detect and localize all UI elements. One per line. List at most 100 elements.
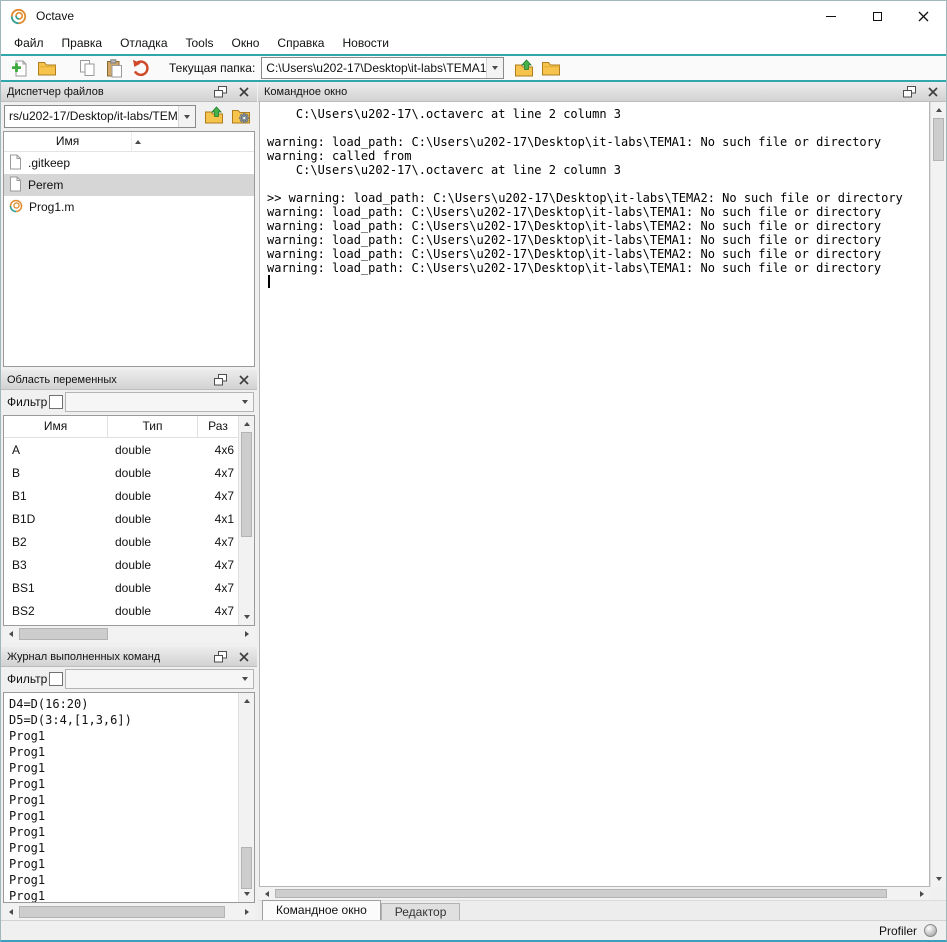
history-filter-combobox[interactable] bbox=[65, 669, 254, 689]
menu-news[interactable]: Новости bbox=[333, 33, 397, 53]
scroll-up-button[interactable] bbox=[239, 416, 255, 432]
close-panel-button[interactable] bbox=[925, 84, 940, 99]
file-browser-settings-button[interactable] bbox=[227, 104, 254, 127]
undock-button[interactable] bbox=[213, 372, 228, 387]
scroll-left-button[interactable] bbox=[3, 626, 19, 642]
table-row[interactable]: B1 double 4x7 bbox=[4, 484, 254, 507]
history-item[interactable]: Prog1 bbox=[4, 744, 254, 760]
undock-button[interactable] bbox=[902, 84, 917, 99]
file-row[interactable]: .gitkeep bbox=[4, 152, 254, 174]
scroll-right-button[interactable] bbox=[239, 626, 255, 642]
column-header-name[interactable]: Имя bbox=[4, 132, 132, 152]
scroll-down-button[interactable] bbox=[239, 609, 255, 625]
scrollbar-thumb[interactable] bbox=[933, 118, 944, 161]
table-row[interactable]: B double 4x7 bbox=[4, 461, 254, 484]
table-row[interactable]: B1D double 4x1 bbox=[4, 507, 254, 530]
file-row[interactable]: Prog1.m bbox=[4, 196, 254, 218]
maximize-button[interactable] bbox=[854, 1, 900, 31]
folder-up-button[interactable] bbox=[510, 57, 537, 80]
history-item[interactable]: Prog1 bbox=[4, 824, 254, 840]
scrollbar-track[interactable] bbox=[19, 626, 239, 642]
history-item[interactable]: D5=D(3:4,[1,3,6]) bbox=[4, 712, 254, 728]
open-file-button[interactable] bbox=[33, 57, 60, 80]
close-button[interactable] bbox=[900, 1, 946, 31]
file-list-header[interactable]: Имя bbox=[4, 132, 254, 152]
filter-dropdown-button[interactable] bbox=[236, 393, 253, 411]
console-vertical-scrollbar[interactable] bbox=[930, 102, 946, 887]
scroll-left-button[interactable] bbox=[3, 904, 19, 920]
scroll-left-button[interactable] bbox=[259, 887, 275, 900]
new-script-button[interactable] bbox=[6, 57, 33, 80]
window-titlebar[interactable]: Octave bbox=[1, 1, 946, 31]
scrollbar-thumb[interactable] bbox=[241, 432, 252, 537]
workspace-filter-combobox[interactable] bbox=[65, 392, 254, 412]
filter-checkbox[interactable] bbox=[49, 672, 63, 686]
console-output[interactable]: C:\Users\u202-17\.octaverc at line 2 col… bbox=[259, 102, 930, 887]
workspace-vertical-scrollbar[interactable] bbox=[238, 416, 254, 625]
history-item[interactable]: Prog1 bbox=[4, 888, 254, 903]
filter-checkbox[interactable] bbox=[49, 395, 63, 409]
paste-button[interactable] bbox=[101, 57, 128, 80]
history-vertical-scrollbar[interactable] bbox=[238, 693, 254, 902]
scrollbar-thumb[interactable] bbox=[19, 628, 108, 640]
console-horizontal-scrollbar[interactable] bbox=[259, 887, 930, 900]
menu-debug[interactable]: Отладка bbox=[111, 33, 176, 53]
scroll-up-button[interactable] bbox=[239, 693, 255, 709]
table-row[interactable]: B3 double 4x7 bbox=[4, 553, 254, 576]
scrollbar-track[interactable] bbox=[239, 709, 254, 886]
history-item[interactable]: Prog1 bbox=[4, 872, 254, 888]
file-browser-titlebar[interactable]: Диспетчер файлов bbox=[1, 82, 257, 102]
table-row[interactable]: BS2 double 4x7 bbox=[4, 599, 254, 622]
history-item[interactable]: Prog1 bbox=[4, 792, 254, 808]
table-row[interactable]: BS1 double 4x7 bbox=[4, 576, 254, 599]
path-dropdown-button[interactable] bbox=[178, 106, 195, 127]
scrollbar-track[interactable] bbox=[239, 432, 254, 609]
column-header-name[interactable]: Имя bbox=[4, 416, 108, 437]
scrollbar-track[interactable] bbox=[275, 887, 914, 900]
workspace-table-header[interactable]: Имя Тип Раз bbox=[4, 416, 254, 438]
menu-window[interactable]: Окно bbox=[223, 33, 269, 53]
undo-button[interactable] bbox=[128, 57, 155, 80]
copy-button[interactable] bbox=[74, 57, 101, 80]
close-panel-button[interactable] bbox=[236, 649, 251, 664]
history-item[interactable]: Prog1 bbox=[4, 776, 254, 792]
workspace-horizontal-scrollbar[interactable] bbox=[3, 626, 255, 642]
close-panel-button[interactable] bbox=[236, 372, 251, 387]
scrollbar-thumb[interactable] bbox=[241, 847, 252, 889]
menu-help[interactable]: Справка bbox=[268, 33, 333, 53]
scroll-right-button[interactable] bbox=[239, 904, 255, 920]
profiler-indicator-icon[interactable] bbox=[924, 924, 937, 937]
history-item[interactable]: Prog1 bbox=[4, 856, 254, 872]
workspace-titlebar[interactable]: Область переменных bbox=[1, 370, 257, 390]
command-window-titlebar[interactable]: Командное окно bbox=[258, 82, 946, 102]
current-folder-combobox[interactable]: C:\Users\u202-17\Desktop\it-labs\TEMA1 bbox=[261, 57, 504, 79]
history-horizontal-scrollbar[interactable] bbox=[3, 904, 255, 920]
history-item[interactable]: Prog1 bbox=[4, 808, 254, 824]
menu-tools[interactable]: Tools bbox=[177, 33, 223, 53]
close-panel-button[interactable] bbox=[236, 84, 251, 99]
menu-file[interactable]: Файл bbox=[5, 33, 53, 53]
history-titlebar[interactable]: Журнал выполненных команд bbox=[1, 647, 257, 667]
file-row-selected[interactable]: Perem bbox=[4, 174, 254, 196]
scrollbar-track[interactable] bbox=[931, 118, 946, 871]
scroll-up-button[interactable] bbox=[931, 102, 947, 118]
tab-command-window[interactable]: Командное окно bbox=[262, 900, 381, 920]
undock-button[interactable] bbox=[213, 649, 228, 664]
history-item[interactable]: Prog1 bbox=[4, 760, 254, 776]
browse-folder-button[interactable] bbox=[537, 57, 564, 80]
scrollbar-thumb[interactable] bbox=[275, 889, 887, 898]
scroll-right-button[interactable] bbox=[914, 887, 930, 900]
table-row[interactable]: A double 4x6 bbox=[4, 438, 254, 461]
history-item[interactable]: Prog1 bbox=[4, 840, 254, 856]
history-item[interactable]: D4=D(16:20) bbox=[4, 696, 254, 712]
column-header-size[interactable]: Раз bbox=[198, 416, 239, 437]
filter-dropdown-button[interactable] bbox=[236, 670, 253, 688]
tab-editor[interactable]: Редактор bbox=[381, 903, 461, 920]
scroll-down-button[interactable] bbox=[931, 871, 947, 887]
file-browser-up-button[interactable] bbox=[200, 104, 227, 127]
scrollbar-track[interactable] bbox=[19, 904, 239, 920]
undock-button[interactable] bbox=[213, 84, 228, 99]
history-item[interactable]: Prog1 bbox=[4, 728, 254, 744]
scrollbar-thumb[interactable] bbox=[19, 906, 225, 918]
file-browser-path-combobox[interactable]: rs/u202-17/Desktop/it-labs/TEMA1 bbox=[4, 105, 196, 128]
